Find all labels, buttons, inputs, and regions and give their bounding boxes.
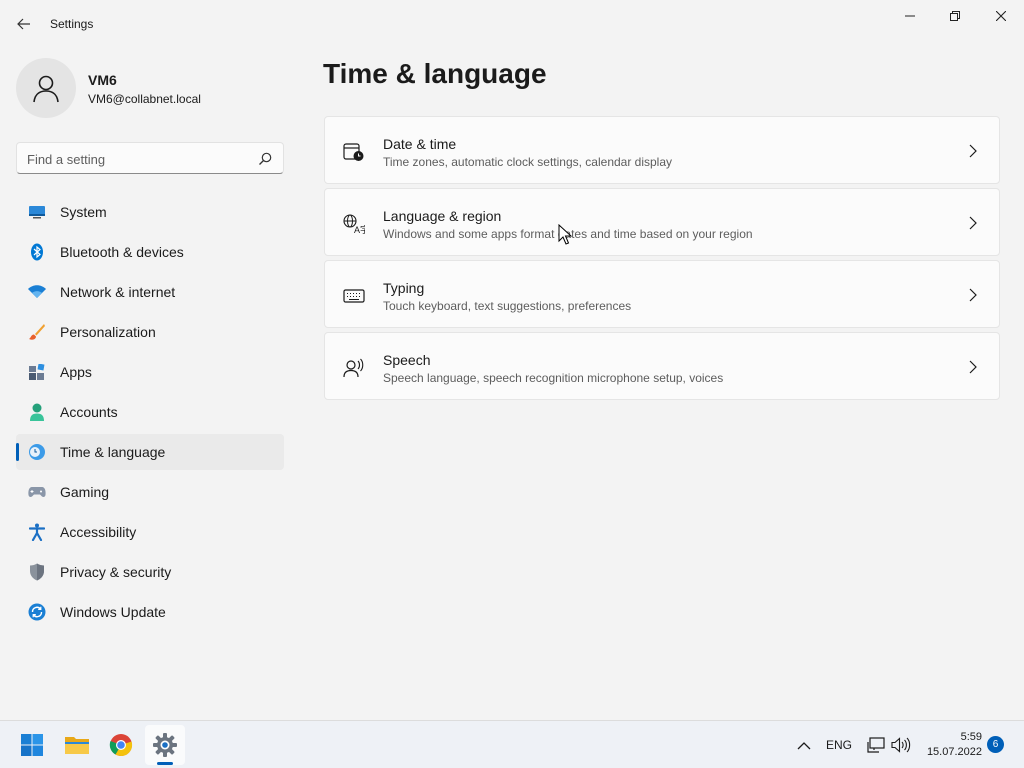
gamepad-icon xyxy=(28,483,46,501)
back-button[interactable] xyxy=(10,10,38,38)
sidebar-item-label: Network & internet xyxy=(60,284,176,300)
update-icon xyxy=(28,603,46,621)
sidebar-item-accessibility[interactable]: Accessibility xyxy=(16,514,284,550)
chevron-right-icon xyxy=(969,216,977,230)
user-icon xyxy=(33,75,59,103)
search-box[interactable] xyxy=(16,142,284,174)
close-button[interactable] xyxy=(978,0,1024,32)
network-status[interactable] xyxy=(866,735,886,755)
sidebar-item-label: Accounts xyxy=(60,404,118,420)
sidebar-item-accounts[interactable]: Accounts xyxy=(16,394,284,430)
title-bar: Settings xyxy=(0,0,1024,48)
sidebar-item-label: Windows Update xyxy=(60,604,166,620)
card-title: Typing xyxy=(383,280,425,296)
taskbar-chrome[interactable] xyxy=(101,725,141,765)
card-title: Language & region xyxy=(383,208,502,224)
speech-icon xyxy=(343,357,365,379)
sidebar-item-gaming[interactable]: Gaming xyxy=(16,474,284,510)
chevron-right-icon xyxy=(969,144,977,158)
sidebar-item-privacy[interactable]: Privacy & security xyxy=(16,554,284,590)
sidebar-nav: System Bluetooth & devices Network & int… xyxy=(16,194,284,634)
system-icon xyxy=(28,203,46,221)
settings-icon xyxy=(153,733,177,757)
card-description: Touch keyboard, text suggestions, prefer… xyxy=(383,299,632,313)
language-icon: A字 xyxy=(343,213,365,235)
calendar-clock-icon xyxy=(343,141,365,163)
time-language-icon xyxy=(28,443,46,461)
card-speech[interactable]: Speech Speech language, speech recogniti… xyxy=(324,332,1000,400)
apps-icon xyxy=(28,363,46,381)
clock-date: 15.07.2022 xyxy=(926,746,982,758)
page-title: Time & language xyxy=(323,58,547,89)
chevron-right-icon xyxy=(969,288,977,302)
sidebar-item-apps[interactable]: Apps xyxy=(16,354,284,390)
sidebar-item-system[interactable]: System xyxy=(16,194,284,230)
shield-icon xyxy=(28,563,46,581)
card-typing[interactable]: Typing Touch keyboard, text suggestions,… xyxy=(324,260,1000,328)
accounts-icon xyxy=(28,403,46,421)
svg-text:A字: A字 xyxy=(354,224,365,234)
clock-time: 5:59 xyxy=(960,731,982,743)
sidebar-item-label: Accessibility xyxy=(60,524,137,540)
keyboard-icon xyxy=(343,285,365,307)
sidebar-item-label: Gaming xyxy=(60,484,110,500)
file-explorer-icon xyxy=(65,737,89,754)
app-title: Settings xyxy=(50,17,94,31)
avatar xyxy=(16,58,76,118)
card-title: Speech xyxy=(383,352,431,368)
profile-email: VM6@collabnet.local xyxy=(88,92,201,106)
settings-cards: Date & time Time zones, automatic clock … xyxy=(324,116,1000,404)
search-icon[interactable] xyxy=(257,151,273,167)
sidebar-item-label: Apps xyxy=(60,364,92,380)
wifi-icon xyxy=(28,283,46,301)
card-title: Date & time xyxy=(383,136,457,152)
chrome-icon xyxy=(109,734,133,757)
input-language-indicator[interactable]: ENG xyxy=(823,735,855,755)
sidebar-item-network[interactable]: Network & internet xyxy=(16,274,284,310)
volume-control[interactable] xyxy=(890,735,912,755)
sidebar-item-label: System xyxy=(60,204,107,220)
taskbar: ENG 5:59 15.07.2022 6 xyxy=(0,720,1024,768)
restore-icon xyxy=(950,11,960,21)
minimize-button[interactable] xyxy=(887,0,933,32)
taskbar-settings[interactable] xyxy=(145,725,185,765)
accessibility-icon xyxy=(28,523,46,541)
taskbar-clock[interactable]: 5:59 15.07.2022 xyxy=(920,730,982,760)
close-icon xyxy=(996,11,1006,21)
sidebar-item-windows-update[interactable]: Windows Update xyxy=(16,594,284,630)
sidebar-item-label: Privacy & security xyxy=(60,564,172,580)
sidebar-item-time-language[interactable]: Time & language xyxy=(16,434,284,470)
network-monitor-icon xyxy=(867,737,885,753)
sidebar-item-personalization[interactable]: Personalization xyxy=(16,314,284,350)
taskbar-file-explorer[interactable] xyxy=(57,725,97,765)
show-hidden-icons-button[interactable] xyxy=(794,735,814,755)
active-app-indicator xyxy=(157,762,173,765)
sidebar-item-label: Personalization xyxy=(60,324,156,340)
speaker-icon xyxy=(891,737,911,753)
card-description: Speech language, speech recognition micr… xyxy=(383,371,724,385)
brush-icon xyxy=(28,323,46,341)
bluetooth-icon xyxy=(28,243,46,261)
card-language-region[interactable]: A字 Language & region Windows and some ap… xyxy=(324,188,1000,256)
user-profile[interactable]: VM6 VM6@collabnet.local xyxy=(16,58,286,118)
notification-badge[interactable]: 6 xyxy=(987,736,1004,753)
start-icon xyxy=(21,734,43,756)
card-description: Time zones, automatic clock settings, ca… xyxy=(383,155,673,169)
chevron-right-icon xyxy=(969,360,977,374)
minimize-icon xyxy=(905,15,915,17)
search-input[interactable] xyxy=(27,149,247,169)
sidebar-item-bluetooth[interactable]: Bluetooth & devices xyxy=(16,234,284,270)
sidebar-item-label: Time & language xyxy=(60,444,166,460)
chevron-up-icon xyxy=(797,741,811,749)
card-date-time[interactable]: Date & time Time zones, automatic clock … xyxy=(324,116,1000,184)
back-arrow-icon xyxy=(17,18,30,30)
start-button[interactable] xyxy=(12,725,52,765)
sidebar-item-label: Bluetooth & devices xyxy=(60,244,184,260)
restore-button[interactable] xyxy=(932,0,978,32)
profile-name: VM6 xyxy=(88,72,117,88)
mouse-cursor-icon xyxy=(558,224,572,245)
